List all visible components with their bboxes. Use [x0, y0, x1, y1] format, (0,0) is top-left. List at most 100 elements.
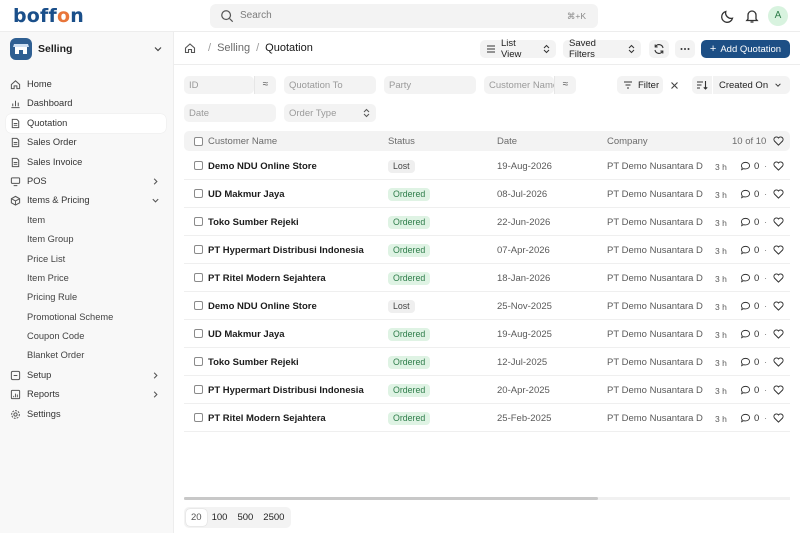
refresh-button[interactable]: [649, 40, 669, 58]
table-row[interactable]: PT Hypermart Distribusi Indonesia Ordered…: [184, 236, 790, 264]
sort-field-select[interactable]: Created On: [713, 76, 790, 94]
id-filter-input[interactable]: ID: [184, 76, 254, 94]
heart-icon[interactable]: [773, 217, 784, 227]
comment-icon[interactable]: [740, 385, 751, 395]
heart-icon[interactable]: [773, 301, 784, 311]
sidebar-item-items-and-pricing[interactable]: Items & Pricing: [6, 191, 166, 210]
heart-icon[interactable]: [773, 413, 784, 423]
row-checkbox[interactable]: [194, 385, 203, 394]
sidebar-item-dashboard[interactable]: Dashboard: [6, 94, 166, 113]
row-checkbox[interactable]: [194, 161, 203, 170]
heart-icon[interactable]: [773, 385, 784, 395]
comment-icon[interactable]: [740, 161, 751, 171]
sidebar-item-home[interactable]: Home: [6, 75, 166, 94]
row-checkbox[interactable]: [194, 189, 203, 198]
table-row[interactable]: UD Makmur Jaya Ordered 08-Jul-2026 PT Demo …: [184, 180, 790, 208]
clear-filter-x-icon[interactable]: [670, 81, 679, 90]
approx-equals-icon[interactable]: ≈: [254, 76, 276, 94]
customer-name-cell[interactable]: PT Hypermart Distribusi Indonesia: [208, 385, 386, 396]
comment-icon[interactable]: [740, 245, 751, 255]
sidebar-item-item-price[interactable]: Item Price: [6, 269, 166, 288]
row-checkbox[interactable]: [194, 273, 203, 282]
moon-icon[interactable]: [720, 8, 736, 24]
heart-icon[interactable]: [773, 189, 784, 199]
sidebar-item-settings[interactable]: Settings: [6, 405, 166, 424]
breadcrumb-selling[interactable]: Selling: [217, 42, 250, 54]
saved-filters-button[interactable]: Saved Filters: [563, 38, 641, 60]
table-row[interactable]: Demo NDU Online Store Lost 19-Aug-2026 PT D…: [184, 152, 790, 180]
customer-name-cell[interactable]: PT Hypermart Distribusi Indonesia: [208, 245, 386, 256]
comment-icon[interactable]: [740, 189, 751, 199]
customer-name-cell[interactable]: PT Ritel Modern Sejahtera: [208, 413, 386, 424]
comment-icon[interactable]: [740, 273, 751, 283]
sidebar-item-pos[interactable]: POS: [6, 172, 166, 191]
sidebar-item-setup[interactable]: Setup: [6, 366, 166, 385]
page-size-2500-button[interactable]: 2500: [258, 509, 289, 526]
horizontal-scrollbar-thumb[interactable]: [184, 497, 598, 500]
comment-icon[interactable]: [740, 301, 751, 311]
heart-icon[interactable]: [773, 136, 784, 146]
comment-icon[interactable]: [740, 217, 751, 227]
filter-button[interactable]: Filter: [617, 76, 663, 94]
app-switcher[interactable]: Selling: [10, 38, 165, 62]
approx-equals-icon[interactable]: ≈: [554, 76, 576, 94]
sidebar-item-sales-invoice[interactable]: Sales Invoice: [6, 153, 166, 172]
home-icon[interactable]: [184, 42, 196, 54]
row-checkbox[interactable]: [194, 217, 203, 226]
comment-icon[interactable]: [740, 357, 751, 367]
select-all-checkbox[interactable]: [194, 137, 203, 146]
row-checkbox[interactable]: [194, 301, 203, 310]
add-quotation-button[interactable]: + Add Quotation: [701, 40, 790, 58]
customer-name-cell[interactable]: Demo NDU Online Store: [208, 161, 386, 172]
sidebar-item-item-group[interactable]: Item Group: [6, 230, 166, 249]
table-row[interactable]: PT Hypermart Distribusi Indonesia Ordered…: [184, 376, 790, 404]
heart-icon[interactable]: [773, 357, 784, 367]
avatar[interactable]: A: [768, 6, 788, 26]
row-checkbox[interactable]: [194, 357, 203, 366]
search-bar[interactable]: Search ⌘+K: [210, 4, 598, 28]
page-size-20-button[interactable]: 20: [186, 509, 207, 526]
sidebar-item-item[interactable]: Item: [6, 211, 166, 230]
customer-name-cell[interactable]: UD Makmur Jaya: [208, 329, 386, 340]
heart-icon[interactable]: [773, 273, 784, 283]
sidebar-item-blanket-order[interactable]: Blanket Order: [6, 346, 166, 365]
sidebar-item-reports[interactable]: Reports: [6, 385, 166, 404]
table-row[interactable]: PT Ritel Modern Sejahtera Ordered 25-Feb-2…: [184, 404, 790, 432]
sidebar-item-promotional-scheme[interactable]: Promotional Scheme: [6, 308, 166, 327]
customer-name-cell[interactable]: PT Ritel Modern Sejahtera: [208, 273, 386, 284]
order-type-select[interactable]: Order Type: [284, 104, 376, 122]
heart-icon[interactable]: [773, 245, 784, 255]
more-options-button[interactable]: [675, 40, 695, 58]
sidebar-item-price-list[interactable]: Price List: [6, 250, 166, 269]
comment-icon[interactable]: [740, 413, 751, 423]
sidebar-item-coupon-code[interactable]: Coupon Code: [6, 327, 166, 346]
table-row[interactable]: PT Ritel Modern Sejahtera Ordered 18-Jan-2…: [184, 264, 790, 292]
party-filter-input[interactable]: Party: [384, 76, 476, 94]
sidebar-item-quotation[interactable]: Quotation: [6, 113, 166, 134]
sidebar-item-pricing-rule[interactable]: Pricing Rule: [6, 288, 166, 307]
date-filter-input[interactable]: Date: [184, 104, 276, 122]
comment-icon[interactable]: [740, 329, 751, 339]
sidebar-item-sales-order[interactable]: Sales Order: [6, 133, 166, 152]
customer-name-filter-input[interactable]: Customer Name: [484, 76, 554, 94]
customer-name-cell[interactable]: Toko Sumber Rejeki: [208, 217, 386, 228]
list-view-button[interactable]: List View: [480, 38, 556, 60]
row-checkbox[interactable]: [194, 329, 203, 338]
table-row[interactable]: Toko Sumber Rejeki Ordered 12-Jul-2025 PT D…: [184, 348, 790, 376]
heart-icon[interactable]: [773, 161, 784, 171]
quotation-to-filter-input[interactable]: Quotation To: [284, 76, 376, 94]
customer-name-cell[interactable]: Toko Sumber Rejeki: [208, 357, 386, 368]
boffon-logo[interactable]: boffon: [13, 5, 84, 27]
sort-direction-button[interactable]: [692, 76, 712, 94]
customer-name-cell[interactable]: UD Makmur Jaya: [208, 189, 386, 200]
page-size-100-button[interactable]: 100: [207, 509, 233, 526]
heart-icon[interactable]: [773, 329, 784, 339]
page-size-500-button[interactable]: 500: [232, 509, 258, 526]
bell-icon[interactable]: [744, 8, 760, 24]
row-checkbox[interactable]: [194, 413, 203, 422]
table-row[interactable]: Toko Sumber Rejeki Ordered 22-Jun-2026 PT D…: [184, 208, 790, 236]
table-row[interactable]: Demo NDU Online Store Lost 25-Nov-2025 PT D…: [184, 292, 790, 320]
table-row[interactable]: UD Makmur Jaya Ordered 19-Aug-2025 PT Demo …: [184, 320, 790, 348]
row-checkbox[interactable]: [194, 245, 203, 254]
customer-name-cell[interactable]: Demo NDU Online Store: [208, 301, 386, 312]
